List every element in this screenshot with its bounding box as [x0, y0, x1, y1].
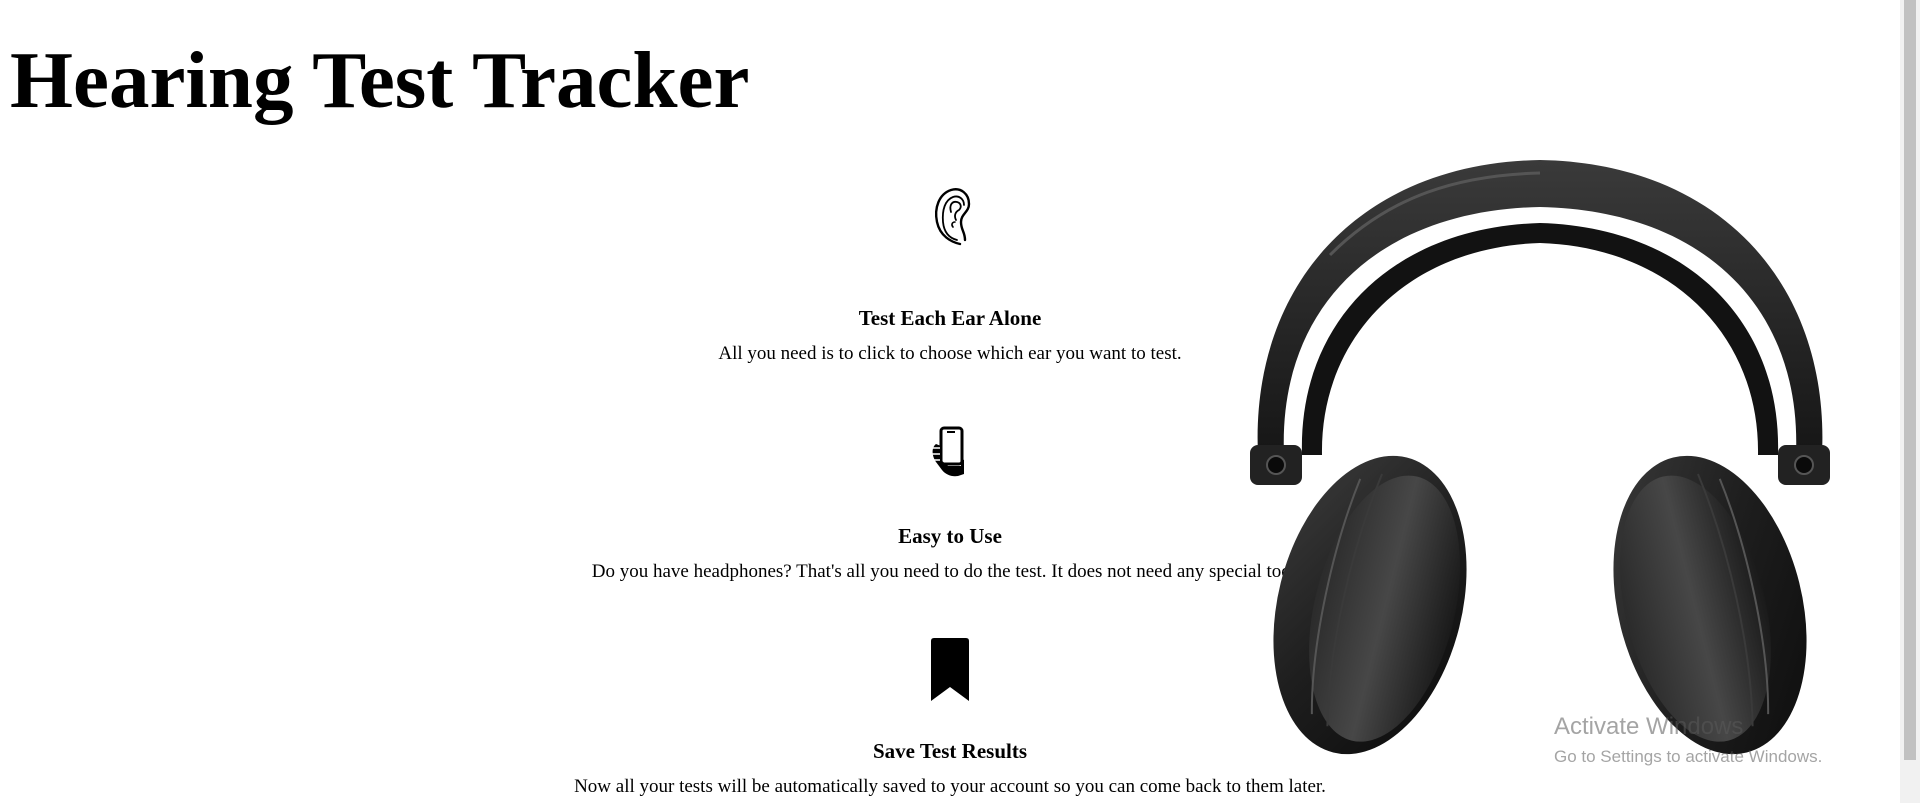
headphones-image — [1250, 160, 1830, 755]
watermark-title: Activate Windows — [1554, 713, 1744, 740]
feature-description: Now all your tests will be automatically… — [574, 776, 1326, 798]
activate-windows-watermark: Activate Windows Go to Settings to activ… — [1554, 713, 1822, 768]
scrollbar-thumb[interactable] — [1904, 0, 1916, 760]
ear-icon — [935, 188, 971, 246]
vertical-scrollbar[interactable] — [1900, 0, 1920, 803]
hand-phone-icon — [932, 426, 964, 477]
bookmark-icon — [931, 638, 969, 701]
page-title: Hearing Test Tracker — [10, 35, 750, 125]
watermark-subtitle: Go to Settings to activate Windows. — [1554, 746, 1823, 766]
